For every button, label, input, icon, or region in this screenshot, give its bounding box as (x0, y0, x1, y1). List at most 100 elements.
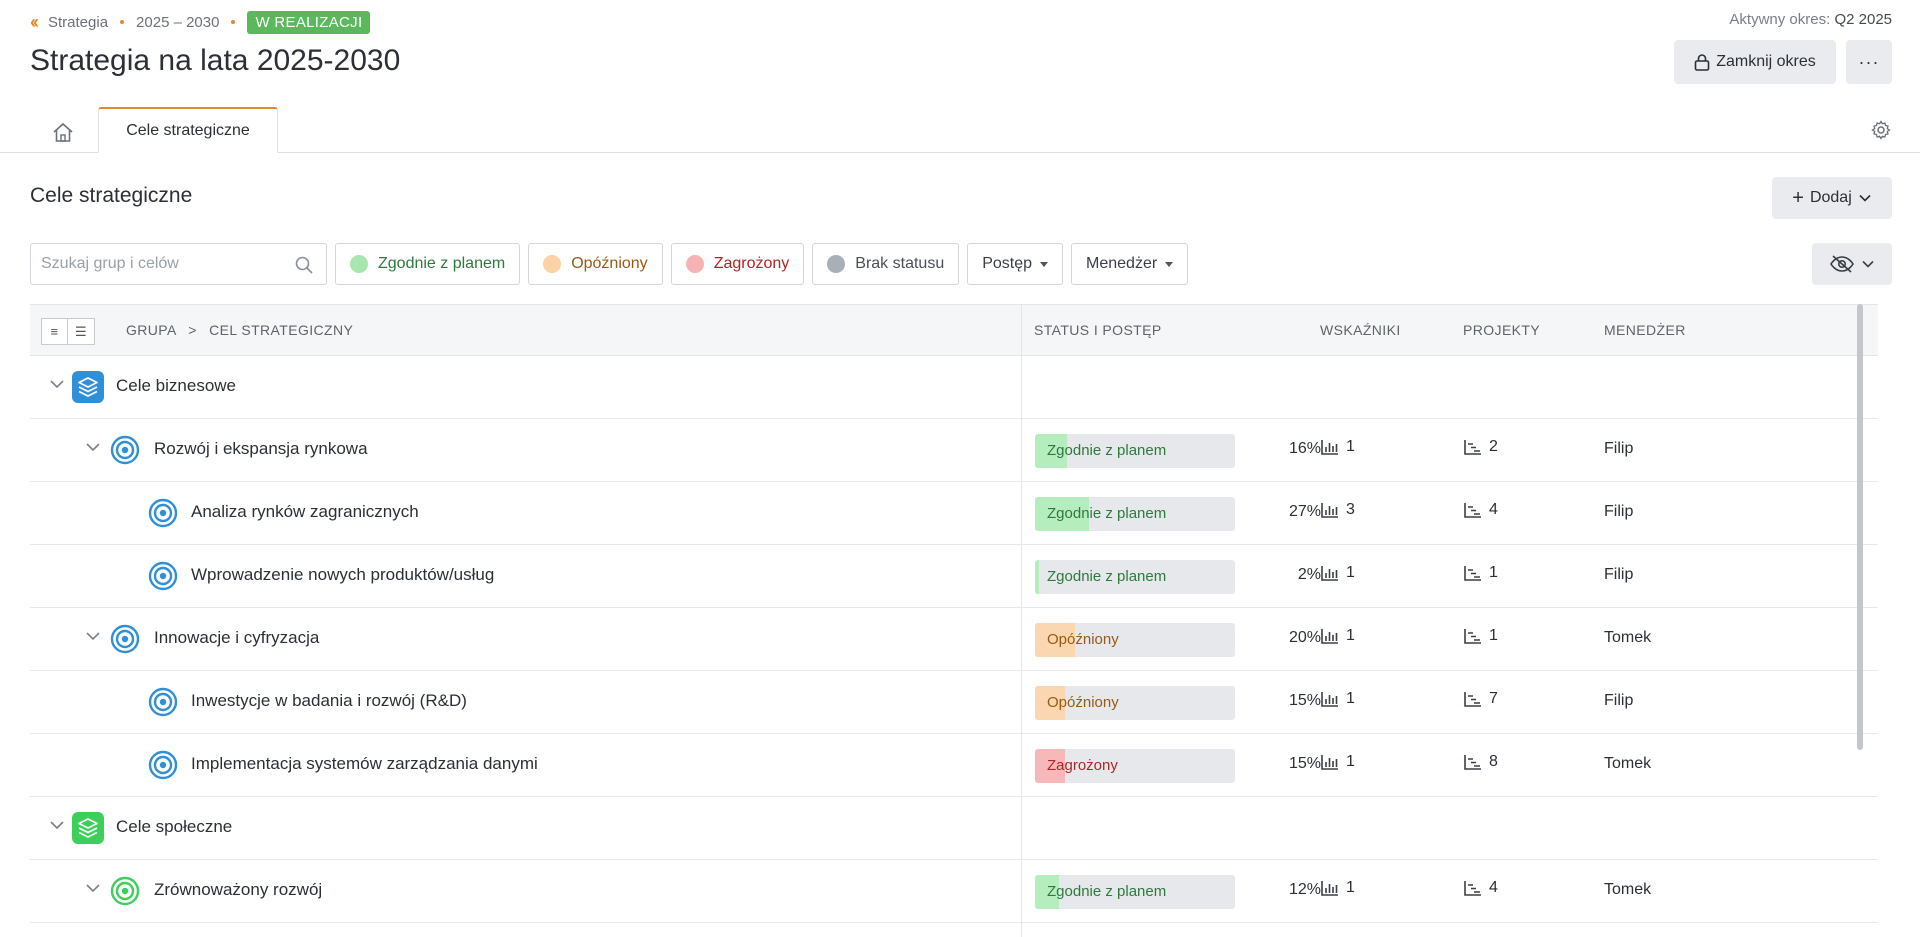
goal-header-label: CEL STRATEGICZNY (209, 322, 354, 338)
gantt-icon (1464, 503, 1481, 518)
row-name[interactable]: Innowacje i cyfryzacja (154, 628, 319, 648)
goal-row[interactable]: Implementacja systemów zarządzania danym… (30, 734, 1878, 797)
kpi-count[interactable]: 1 (1320, 690, 1355, 708)
search-box (30, 243, 327, 285)
filter-dropdown-progress[interactable]: Postęp (967, 243, 1064, 285)
breadcrumb-root-link[interactable]: Strategia (48, 14, 108, 31)
status-progress-bar[interactable]: Zgodnie z planem (1035, 875, 1235, 909)
tab-bar: Cele strategiczne (0, 107, 1920, 153)
manager-name[interactable]: Filip (1604, 503, 1633, 521)
chevron-down-icon[interactable] (83, 626, 103, 646)
row-name[interactable]: Rozwój i ekspansja rynkowa (154, 439, 368, 459)
add-button[interactable]: + Dodaj (1772, 177, 1892, 219)
progress-percent: 15% (1288, 755, 1321, 772)
chevron-down-icon[interactable] (47, 374, 67, 394)
kpi-count[interactable]: 3 (1320, 501, 1355, 519)
row-name[interactable]: Inwestycje w badania i rozwój (R&D) (191, 691, 467, 711)
gantt-icon (1464, 566, 1481, 581)
status-progress-bar[interactable]: Zgodnie z planem (1035, 434, 1235, 468)
search-icon[interactable] (294, 255, 314, 275)
filter-chip-on-track[interactable]: Zgodnie z planem (335, 243, 521, 285)
scrollbar-thumb[interactable] (1857, 304, 1863, 750)
manager-name[interactable]: Filip (1604, 692, 1633, 710)
tab-home[interactable] (50, 121, 76, 145)
target-icon (110, 876, 140, 906)
status-progress-bar[interactable]: Opóźniony (1035, 686, 1235, 720)
chevron-down-icon[interactable] (83, 878, 103, 898)
kpi-count[interactable]: 1 (1320, 564, 1355, 582)
status-progress-bar[interactable]: Zagrożony (1035, 749, 1235, 783)
kpi-count-value: 1 (1346, 753, 1355, 770)
active-period-label: Aktywny okres: (1729, 11, 1831, 28)
status-dot (827, 255, 846, 273)
project-count[interactable]: 2 (1463, 438, 1498, 456)
plus-icon: + (1792, 187, 1804, 209)
more-options-button[interactable]: ··· (1846, 40, 1892, 84)
view-toggle: ≡ ☰ (41, 318, 95, 345)
target-icon (148, 750, 178, 780)
status-progress-bar[interactable]: Zgodnie z planem (1035, 497, 1235, 531)
row-name[interactable]: Cele biznesowe (116, 376, 236, 396)
hidden-columns-button[interactable] (1812, 243, 1892, 285)
tree-view-icon[interactable]: ☰ (68, 318, 95, 345)
column-header-kpis[interactable]: WSKAŹNIKI (1320, 322, 1401, 338)
goal-row[interactable]: Zrównoważony rozwój Zgodnie z planem 12%… (30, 860, 1878, 923)
row-name[interactable]: Zrównoważony rozwój (154, 880, 322, 900)
project-count[interactable]: 8 (1463, 753, 1498, 771)
project-count[interactable]: 1 (1463, 627, 1498, 645)
row-name[interactable]: Implementacja systemów zarządzania danym… (191, 754, 538, 774)
project-count[interactable]: 1 (1463, 564, 1498, 582)
gantt-icon (1464, 692, 1481, 707)
status-progress-bar[interactable]: Zgodnie z planem (1035, 560, 1235, 594)
scrollbar[interactable] (1854, 304, 1866, 937)
chevron-down-icon[interactable] (83, 437, 103, 457)
goal-row[interactable]: Inwestycje w badania i rozwój (R&D) Opóź… (30, 671, 1878, 734)
column-header-manager[interactable]: MENEDŻER (1604, 322, 1686, 338)
status-label: Zagrożony (1047, 757, 1118, 774)
manager-name[interactable]: Filip (1604, 440, 1633, 458)
expand-all-icon[interactable]: ≡ (41, 318, 68, 345)
filter-chip-at-risk[interactable]: Zagrożony (670, 243, 805, 285)
manager-name[interactable]: Tomek (1604, 881, 1651, 899)
search-input[interactable] (31, 244, 281, 284)
kpi-count[interactable]: 1 (1320, 753, 1355, 771)
status-label: Zgodnie z planem (1047, 883, 1167, 900)
kpi-count[interactable]: 1 (1320, 627, 1355, 645)
column-header-status[interactable]: STATUS I POSTĘP (1034, 322, 1162, 338)
project-count[interactable]: 7 (1463, 690, 1498, 708)
target-icon (148, 561, 178, 591)
filter-chip-label: Brak statusu (855, 255, 945, 272)
tab-strategic-goals[interactable]: Cele strategiczne (98, 107, 278, 153)
goal-row[interactable]: Wprowadzenie nowych produktów/usług Zgod… (30, 545, 1878, 608)
status-progress-bar[interactable]: Opóźniony (1035, 623, 1235, 657)
tab-settings[interactable] (1870, 119, 1892, 141)
kpi-count[interactable]: 1 (1320, 438, 1355, 456)
project-count-value: 4 (1489, 501, 1498, 518)
double-chevron-left-icon[interactable]: ‹‹ (30, 12, 39, 33)
row-name[interactable]: Analiza rynków zagranicznych (191, 502, 419, 522)
column-header-group[interactable]: GRUPA > CEL STRATEGICZNY (126, 322, 353, 338)
goal-row[interactable]: Innowacje i cyfryzacja Opóźniony 20% 1 1… (30, 608, 1878, 671)
manager-name[interactable]: Filip (1604, 566, 1633, 584)
filter-chip-delayed[interactable]: Opóźniony (528, 243, 663, 285)
progress-fill (1035, 560, 1039, 594)
row-name[interactable]: Cele społeczne (116, 817, 232, 837)
row-name[interactable]: Wprowadzenie nowych produktów/usług (191, 565, 494, 585)
close-period-button[interactable]: Zamknij okres (1674, 40, 1836, 84)
kpi-count[interactable]: 1 (1320, 879, 1355, 897)
active-period-value: Q2 2025 (1834, 11, 1892, 28)
column-header-projects[interactable]: PROJEKTY (1463, 322, 1540, 338)
group-row[interactable]: Cele biznesowe (30, 356, 1878, 419)
dropdown-label: Postęp (982, 255, 1033, 272)
goal-row[interactable]: Analiza rynków zagranicznych Zgodnie z p… (30, 482, 1878, 545)
manager-name[interactable]: Tomek (1604, 755, 1651, 773)
filter-dropdown-manager[interactable]: Menedżer (1071, 243, 1189, 285)
filter-chip-no-status[interactable]: Brak statusu (812, 243, 960, 285)
goal-row[interactable]: Rozwój i ekspansja rynkowa Zgodnie z pla… (30, 419, 1878, 482)
project-count[interactable]: 4 (1463, 501, 1498, 519)
manager-name[interactable]: Tomek (1604, 629, 1651, 647)
project-count[interactable]: 4 (1463, 879, 1498, 897)
group-row[interactable]: Cele społeczne (30, 797, 1878, 860)
breadcrumb-period[interactable]: 2025 – 2030 (136, 14, 219, 31)
chevron-down-icon[interactable] (47, 815, 67, 835)
